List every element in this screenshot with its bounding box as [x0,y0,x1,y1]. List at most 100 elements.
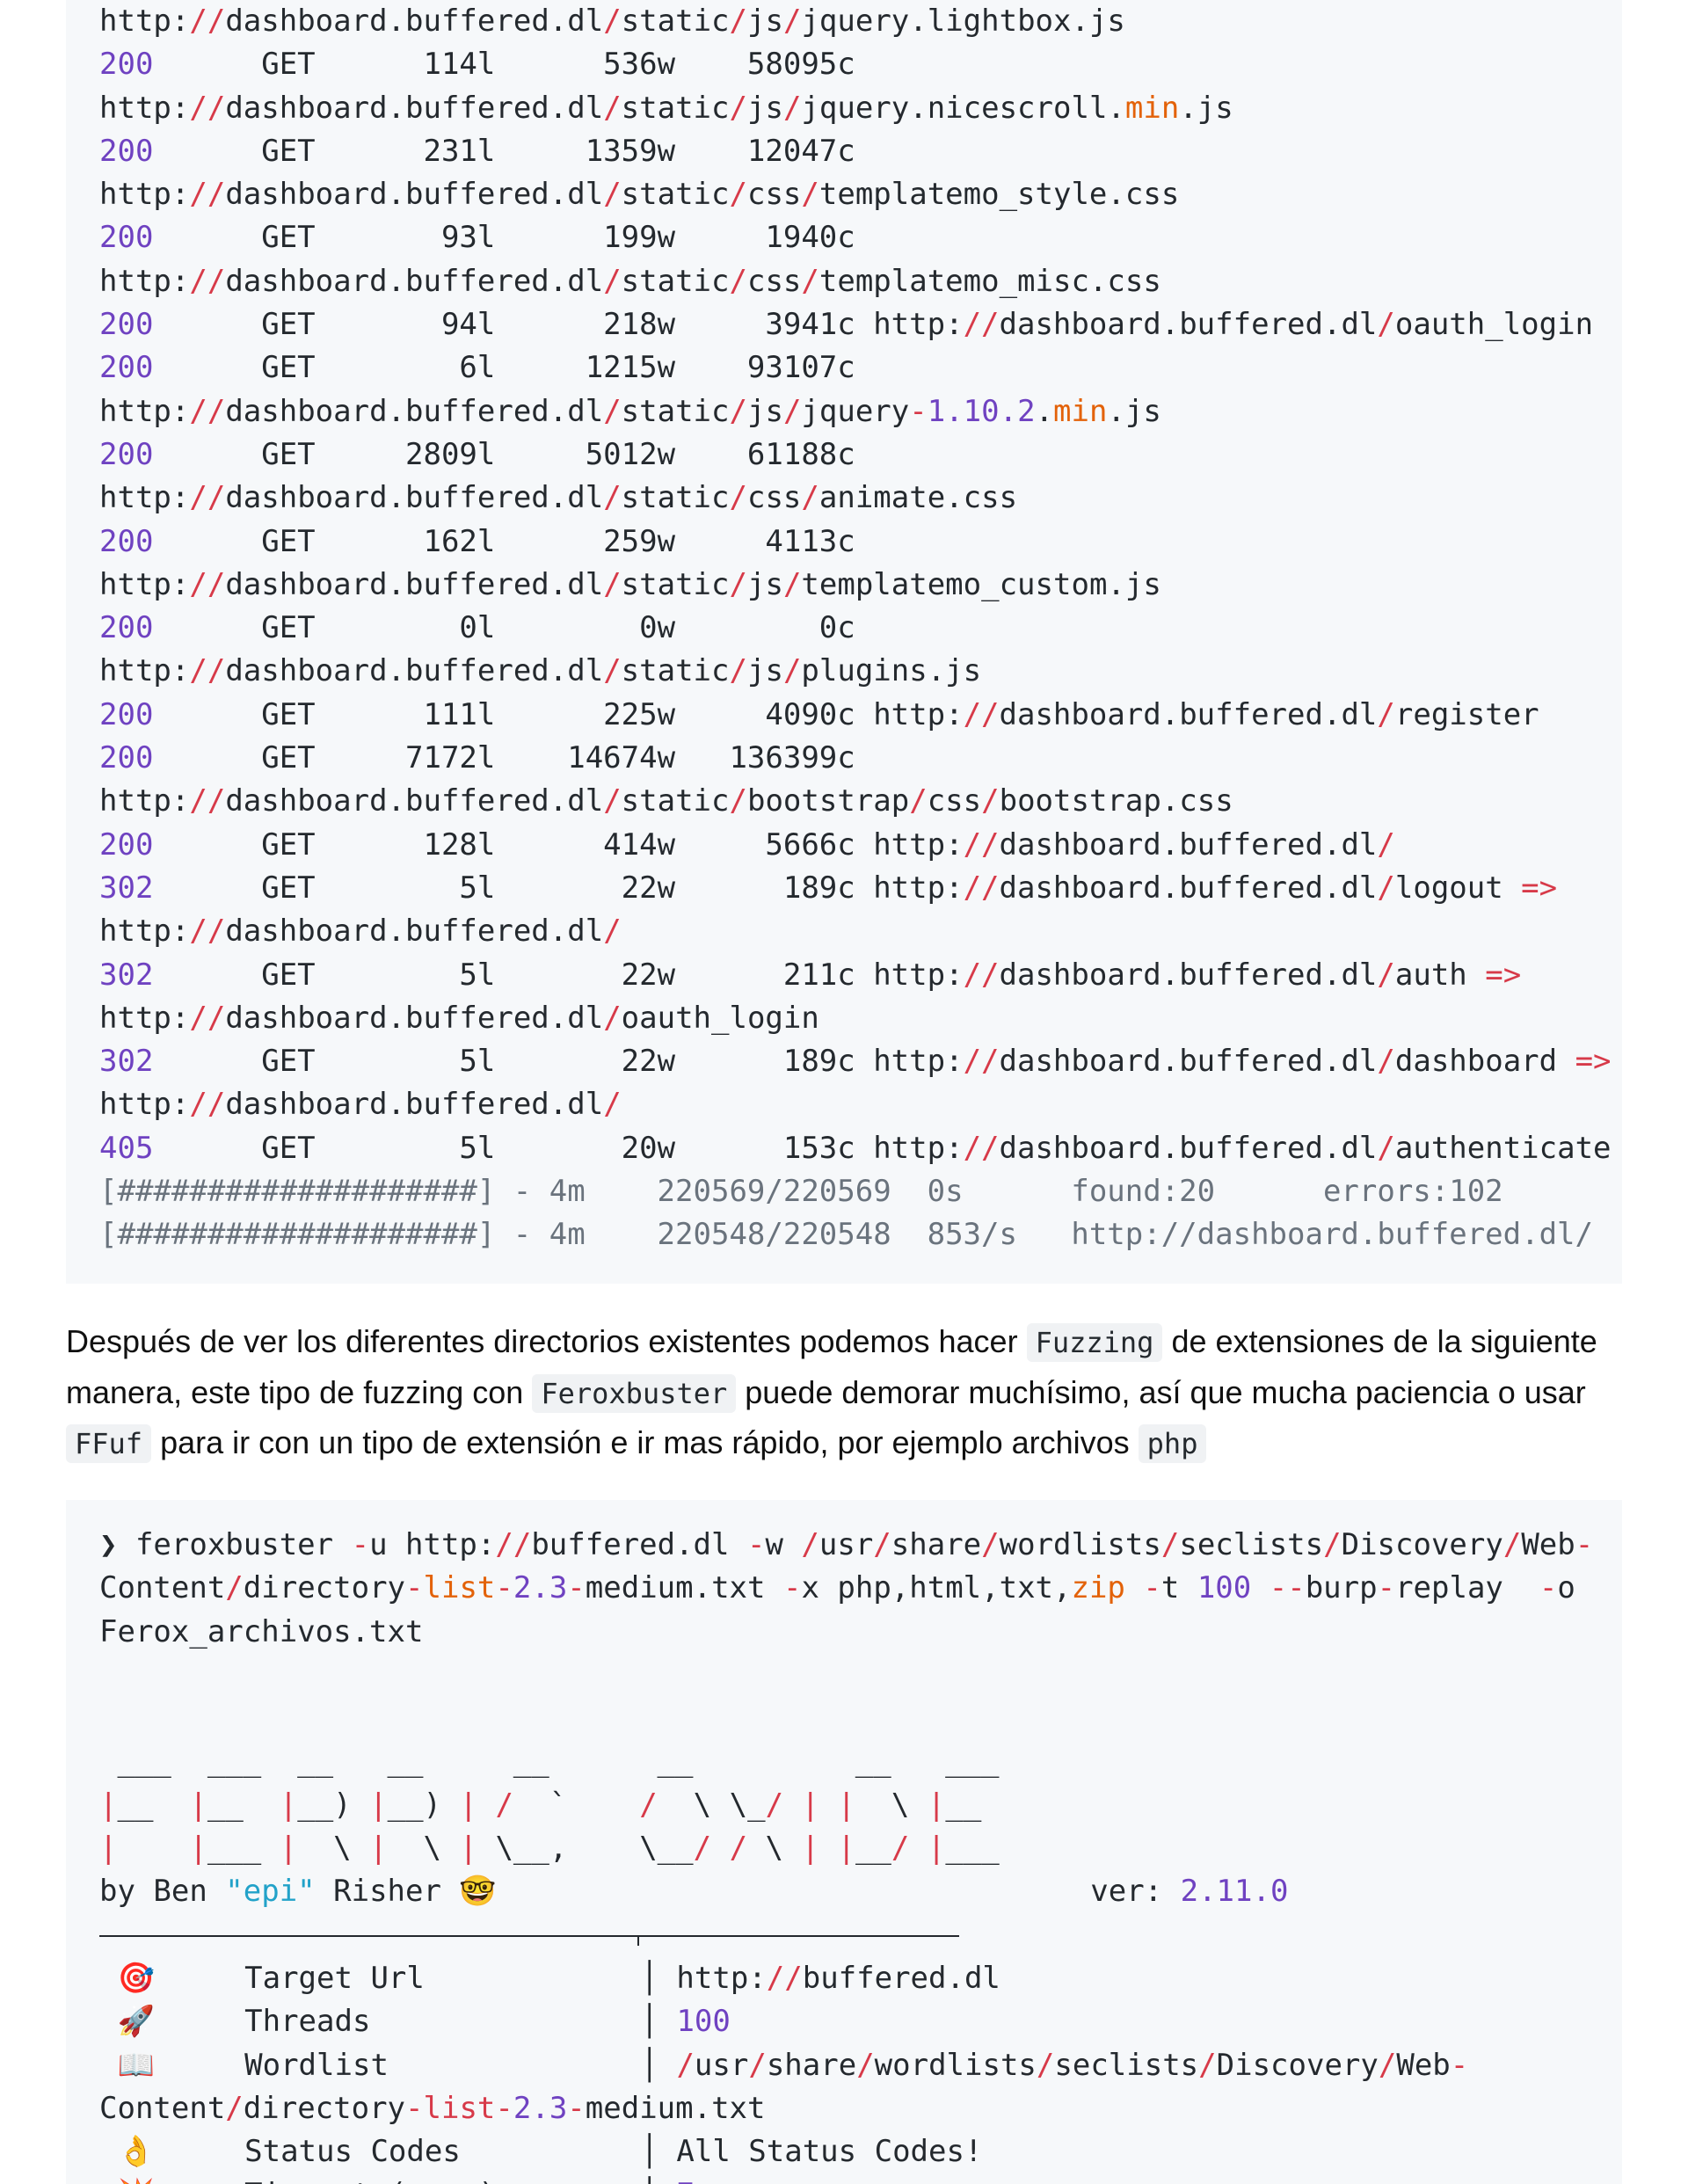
code-token: / [603,783,622,819]
divider-line [99,1934,959,1937]
code-token: 2.3 [513,1570,568,1606]
code-token: | [369,1787,388,1823]
code-token: x php,html,txt, [801,1570,1072,1606]
code-token: static [621,177,730,213]
code-line: 👌 Status Codes │ All Status Codes! [99,2130,1589,2173]
code-token: static [621,783,730,819]
code-token: GET 111l 225w 4090c http: [153,696,964,732]
code-token: | [837,1787,855,1823]
code-token: animate.css [819,480,1018,516]
code-token: / [981,783,1000,819]
code-token: // [189,783,226,819]
code-token: // [189,653,226,689]
code-token: css [746,177,802,213]
code-line: 200 GET 231l 1359w 12047c [99,130,1589,173]
code-token: => [1485,957,1522,993]
code-token: | [189,1831,207,1867]
code-line: 💥 Timeout (secs) │ 7 [99,2173,1589,2184]
code-line: http://dashboard.buffered.dl/ [99,910,1589,953]
code-token: js [746,90,783,126]
inline-code-fuzzing: Fuzzing [1026,1323,1163,1362]
code-token: templatemo_misc.css [819,263,1161,299]
code-token: 🎯 Target Url │ http: [99,1960,767,1996]
code-token: 200 [99,696,154,732]
code-token: Web [1521,1527,1575,1562]
code-token: \ [297,1831,370,1867]
code-token: / [639,1787,658,1823]
code-token: \ [387,1831,460,1867]
code-line: 200 GET 0l 0w 0c [99,607,1589,650]
code-token: ___ ___ __ __ __ __ __ ___ [99,1744,1000,1780]
code-token: authenticate [1394,1130,1612,1166]
code-line: ❯ feroxbuster -u http://buffered.dl -w /… [99,1524,1593,1567]
code-token: w [765,1527,802,1562]
code-token: / [729,90,747,126]
code-token: GET 0l 0w 0c [153,610,855,646]
code-token: dashboard.buffered.dl [225,393,604,429]
code-token: jquery.lightbox.js [801,4,1125,39]
prose-text: puede demorar muchísimo, así que mucha p… [736,1373,1586,1410]
code-token: min [1124,90,1180,126]
code-token: // [189,566,226,602]
code-token: // [963,1044,1000,1080]
code-token: / [603,480,622,516]
code-line: http://dashboard.buffered.dl/static/js/p… [99,650,1589,693]
code-token: - [1450,2047,1469,2083]
code-token: / [782,653,802,689]
code-token: | [369,1831,388,1867]
code-token: dashboard.buffered.dl [225,480,604,516]
code-line: 302 GET 5l 22w 189c http://dashboard.buf… [99,867,1589,910]
code-token: usr [694,2047,749,2083]
code-token: .js [1179,90,1233,126]
code-token: -- [1269,1570,1306,1606]
code-token: / [1323,1527,1342,1562]
code-token: js [746,393,783,429]
code-token: Web [1396,2047,1451,2083]
code-token: | [189,1787,207,1823]
code-token: http: [99,653,190,689]
code-token: / [603,4,622,39]
code-line: [####################] - 4m 220569/22056… [99,1170,1589,1213]
code-token: | [801,1831,819,1867]
code-token: // [189,90,226,126]
code-token: / [873,1527,891,1562]
code-token: GET 162l 259w 4113c [153,523,855,559]
code-line: 200 GET 93l 199w 1940c [99,216,1589,259]
code-token: / [603,1000,622,1036]
code-token: buffered.dl [531,1527,747,1562]
code-token: / [729,263,747,299]
code-token: | [279,1831,298,1867]
code-token: .js [1107,393,1161,429]
code-token: / [495,1787,513,1823]
code-token: - [567,1570,586,1606]
code-token: list [423,1570,496,1606]
code-token: list [423,2090,496,2126]
code-token: - [567,2090,586,2126]
code-token: GET 5l 22w 211c http: [153,957,964,993]
code-token: | [801,1787,820,1823]
code-token: 🚀 Threads │ [99,2004,677,2040]
code-token: GET 7172l 14674w 136399c [153,740,855,776]
code-token: / [729,566,747,602]
code-token: GET 2809l 5012w 61188c [153,436,855,472]
code-token: GET 94l 218w 3941c http: [153,307,964,343]
code-token: // [963,957,1000,993]
code-block-feroxbuster-command: ❯ feroxbuster -u http://buffered.dl -w /… [66,1500,1622,2184]
code-token: / [603,90,622,126]
code-token: / [603,653,622,689]
prose-text: Después de ver los diferentes directorio… [66,1323,1027,1359]
code-token: / [693,1831,712,1867]
code-token: / [729,4,747,39]
code-token: / [1378,2047,1397,2083]
code-token: / [1160,1527,1180,1562]
code-token: // [189,4,226,39]
code-token: 200 [99,307,154,343]
code-token: js [746,653,783,689]
code-token: 100 [1197,1570,1252,1606]
code-line: 📖 Wordlist │ /usr/share/wordlists/seclis… [99,2044,1589,2087]
code-token: Content [99,2090,226,2126]
code-token: - [746,1527,766,1562]
code-token: logout [1394,870,1522,906]
code-token: 405 [99,1130,154,1166]
